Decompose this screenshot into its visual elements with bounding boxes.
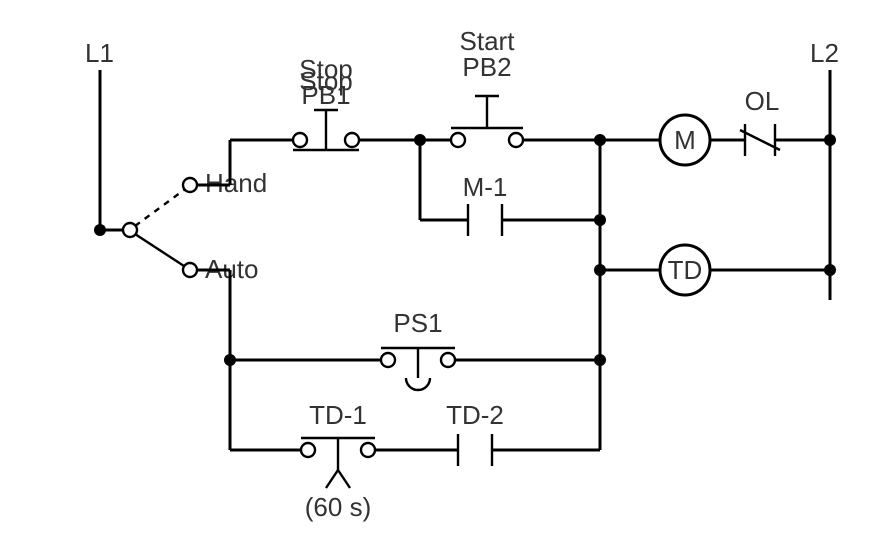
label-l2: L2 [810,38,839,68]
selector-hand-terminal [183,178,197,192]
label-hand: Hand [205,168,267,198]
label-td2: TD-2 [446,400,504,430]
label-l1: L1 [85,38,114,68]
label-ol: OL [745,86,780,116]
selector-auto-terminal [183,263,197,277]
start-pb2[interactable] [451,96,523,147]
label-coil-td: TD [668,255,703,285]
selector-wiper-hand [135,190,184,226]
label-td1: TD-1 [309,400,367,430]
svg-text:PB1: PB1 [301,80,350,110]
contact-m1 [468,204,502,236]
stop-pb1[interactable] [293,110,359,150]
pressure-switch-ps1[interactable] [381,348,455,390]
contact-td2 [458,434,492,466]
svg-text:PB2: PB2 [462,52,511,82]
label-m1: M-1 [463,172,508,202]
overload-ol [740,124,780,156]
stop-label-group: Stop PB1 [299,54,353,110]
label-delay: (60 s) [305,492,371,522]
start-label-group: Start PB2 [460,26,516,82]
label-ps1: PS1 [393,308,442,338]
contact-td1 [301,438,375,488]
label-coil-m: M [674,125,696,155]
selector-wiper-auto [135,234,184,266]
